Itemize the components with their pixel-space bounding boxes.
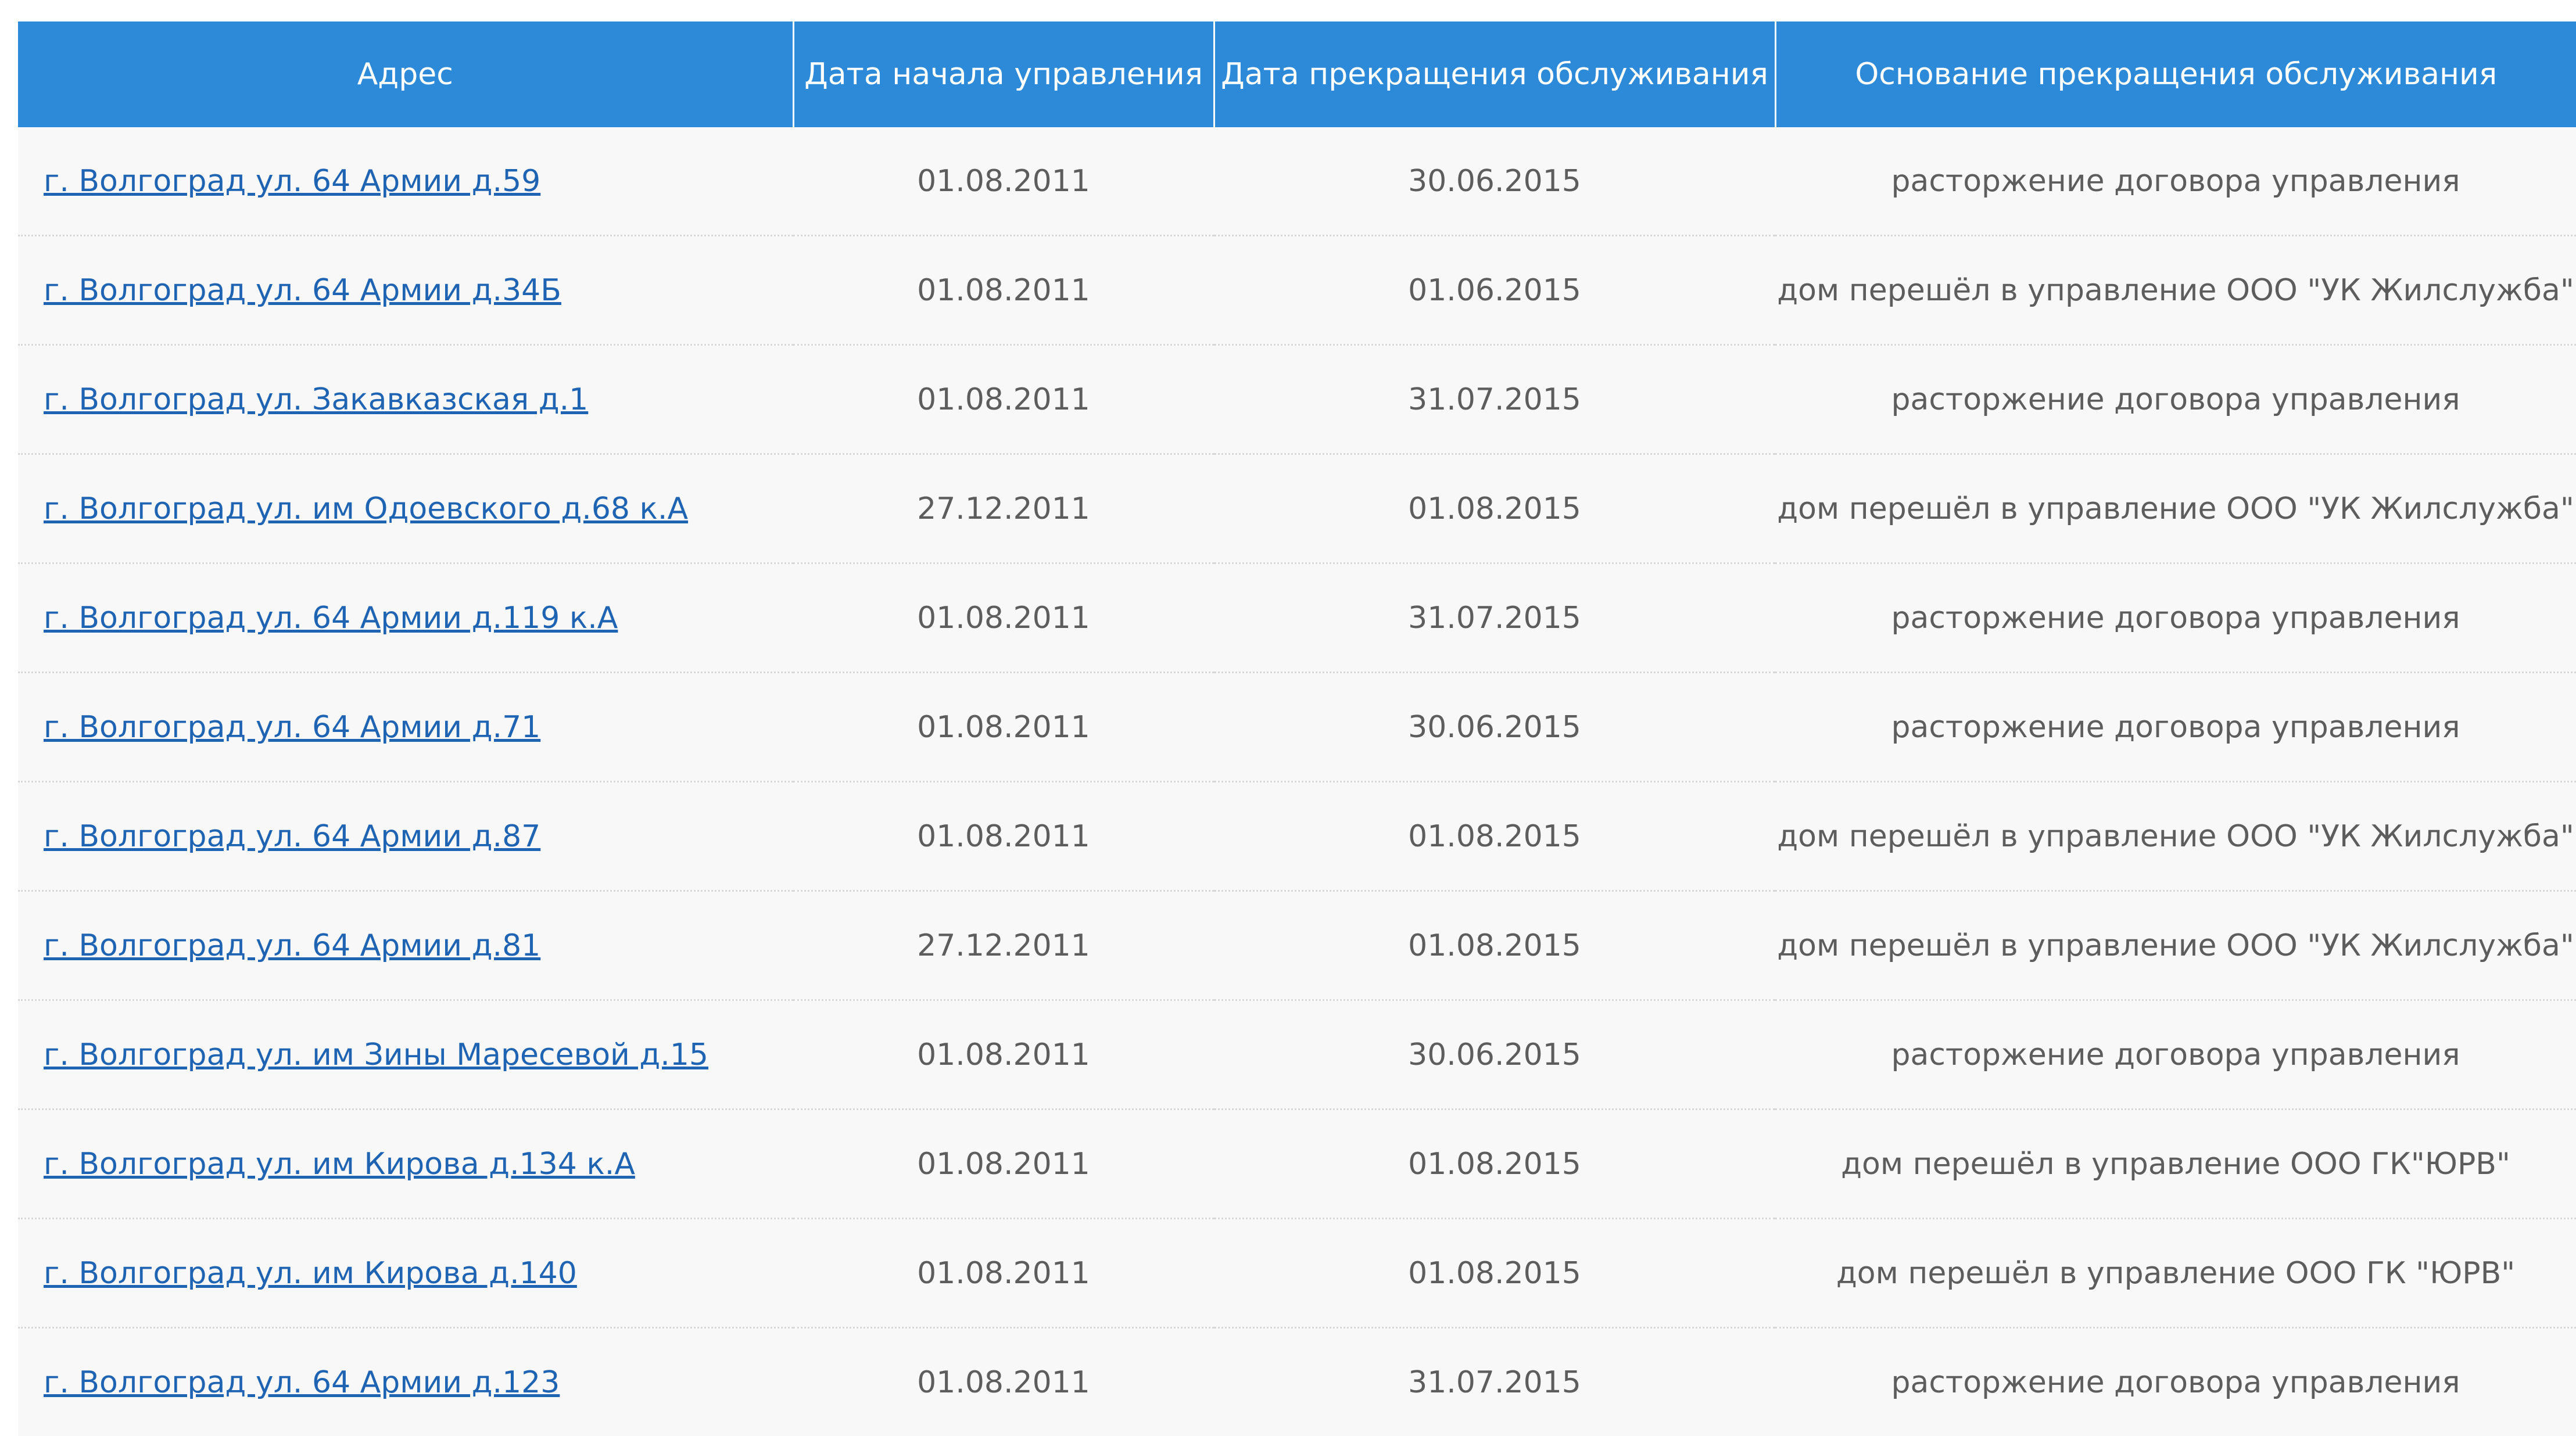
- table-row: г. Волгоград ул. 64 Армии д.123 01.08.201…: [18, 1328, 2576, 1436]
- cell-termination-reason: расторжение договора управления: [1775, 673, 2576, 782]
- address-link[interactable]: г. Волгоград ул. 64 Армии д.59: [44, 164, 540, 199]
- houses-table-container: Адрес Дата начала управления Дата прекра…: [18, 21, 2576, 1436]
- header-start-date: Дата начала управления: [793, 21, 1214, 127]
- cell-address: г. Волгоград ул. 64 Армии д.34Б: [18, 236, 793, 345]
- cell-end-date: 01.06.2015: [1214, 236, 1775, 345]
- cell-end-date: 01.08.2015: [1214, 1219, 1775, 1328]
- cell-termination-reason: расторжение договора управления: [1775, 1000, 2576, 1110]
- cell-end-date: 01.08.2015: [1214, 891, 1775, 1000]
- cell-start-date: 01.08.2011: [793, 673, 1214, 782]
- address-link[interactable]: г. Волгоград ул. им Зины Маресевой д.15: [44, 1037, 708, 1072]
- header-termination-reason: Основание прекращения обслуживания: [1775, 21, 2576, 127]
- table-row: г. Волгоград ул. им Зины Маресевой д.15 0…: [18, 1000, 2576, 1110]
- cell-start-date: 01.08.2011: [793, 1110, 1214, 1219]
- address-link[interactable]: г. Волгоград ул. им Кирова д.140: [44, 1256, 577, 1291]
- cell-end-date: 31.07.2015: [1214, 563, 1775, 673]
- cell-address: г. Волгоград ул. 64 Армии д.123: [18, 1328, 793, 1436]
- cell-address: г. Волгоград ул. им Зины Маресевой д.15: [18, 1000, 793, 1110]
- table-row: г. Волгоград ул. им Кирова д.140 01.08.20…: [18, 1219, 2576, 1328]
- cell-start-date: 01.08.2011: [793, 236, 1214, 345]
- cell-address: г. Волгоград ул. им Кирова д.134 к.А: [18, 1110, 793, 1219]
- address-link[interactable]: г. Волгоград ул. 64 Армии д.123: [44, 1365, 560, 1400]
- cell-start-date: 27.12.2011: [793, 454, 1214, 563]
- cell-termination-reason: расторжение договора управления: [1775, 127, 2576, 236]
- cell-termination-reason: дом перешёл в управление ООО ГК"ЮРВ": [1775, 1110, 2576, 1219]
- address-link[interactable]: г. Волгоград ул. Закавказская д.1: [44, 382, 588, 417]
- houses-table: Адрес Дата начала управления Дата прекра…: [18, 21, 2576, 1436]
- cell-termination-reason: дом перешёл в управление ООО "УК Жилслуж…: [1775, 782, 2576, 891]
- cell-start-date: 01.08.2011: [793, 1328, 1214, 1436]
- table-row: г. Волгоград ул. 64 Армии д.71 01.08.2011…: [18, 673, 2576, 782]
- cell-start-date: 01.08.2011: [793, 127, 1214, 236]
- cell-start-date: 01.08.2011: [793, 345, 1214, 454]
- cell-termination-reason: дом перешёл в управление ООО "УК Жилслуж…: [1775, 454, 2576, 563]
- cell-address: г. Волгоград ул. им Одоевского д.68 к.А: [18, 454, 793, 563]
- cell-end-date: 30.06.2015: [1214, 673, 1775, 782]
- cell-address: г. Волгоград ул. Закавказская д.1: [18, 345, 793, 454]
- table-row: г. Волгоград ул. 64 Армии д.34Б 01.08.201…: [18, 236, 2576, 345]
- table-header-row: Адрес Дата начала управления Дата прекра…: [18, 21, 2576, 127]
- table-row: г. Волгоград ул. Закавказская д.1 01.08.2…: [18, 345, 2576, 454]
- table-row: г. Волгоград ул. им Одоевского д.68 к.А 2…: [18, 454, 2576, 563]
- cell-termination-reason: дом перешёл в управление ООО "УК Жилслуж…: [1775, 236, 2576, 345]
- cell-termination-reason: дом перешёл в управление ООО "УК Жилслуж…: [1775, 891, 2576, 1000]
- cell-start-date: 01.08.2011: [793, 1219, 1214, 1328]
- cell-termination-reason: дом перешёл в управление ООО ГК "ЮРВ": [1775, 1219, 2576, 1328]
- table-body: г. Волгоград ул. 64 Армии д.59 01.08.2011…: [18, 127, 2576, 1436]
- header-end-date: Дата прекращения обслуживания: [1214, 21, 1775, 127]
- cell-address: г. Волгоград ул. 64 Армии д.59: [18, 127, 793, 236]
- address-link[interactable]: г. Волгоград ул. 64 Армии д.87: [44, 819, 540, 854]
- address-link[interactable]: г. Волгоград ул. 64 Армии д.119 к.А: [44, 601, 618, 636]
- cell-end-date: 01.08.2015: [1214, 782, 1775, 891]
- cell-start-date: 27.12.2011: [793, 891, 1214, 1000]
- cell-address: г. Волгоград ул. 64 Армии д.81: [18, 891, 793, 1000]
- cell-start-date: 01.08.2011: [793, 782, 1214, 891]
- cell-end-date: 30.06.2015: [1214, 1000, 1775, 1110]
- cell-address: г. Волгоград ул. 64 Армии д.71: [18, 673, 793, 782]
- cell-address: г. Волгоград ул. им Кирова д.140: [18, 1219, 793, 1328]
- cell-termination-reason: расторжение договора управления: [1775, 345, 2576, 454]
- table-row: г. Волгоград ул. им Кирова д.134 к.А 01.0…: [18, 1110, 2576, 1219]
- table-row: г. Волгоград ул. 64 Армии д.119 к.А 01.08…: [18, 563, 2576, 673]
- cell-address: г. Волгоград ул. 64 Армии д.119 к.А: [18, 563, 793, 673]
- cell-termination-reason: расторжение договора управления: [1775, 1328, 2576, 1436]
- cell-end-date: 31.07.2015: [1214, 345, 1775, 454]
- table-row: г. Волгоград ул. 64 Армии д.59 01.08.2011…: [18, 127, 2576, 236]
- cell-start-date: 01.08.2011: [793, 563, 1214, 673]
- cell-address: г. Волгоград ул. 64 Армии д.87: [18, 782, 793, 891]
- cell-start-date: 01.08.2011: [793, 1000, 1214, 1110]
- cell-end-date: 30.06.2015: [1214, 127, 1775, 236]
- cell-termination-reason: расторжение договора управления: [1775, 563, 2576, 673]
- cell-end-date: 01.08.2015: [1214, 454, 1775, 563]
- cell-end-date: 31.07.2015: [1214, 1328, 1775, 1436]
- address-link[interactable]: г. Волгоград ул. 64 Армии д.71: [44, 710, 540, 745]
- address-link[interactable]: г. Волгоград ул. им Одоевского д.68 к.А: [44, 491, 688, 526]
- address-link[interactable]: г. Волгоград ул. 64 Армии д.34Б: [44, 273, 561, 308]
- address-link[interactable]: г. Волгоград ул. им Кирова д.134 к.А: [44, 1147, 635, 1182]
- table-row: г. Волгоград ул. 64 Армии д.87 01.08.2011…: [18, 782, 2576, 891]
- table-header: Адрес Дата начала управления Дата прекра…: [18, 21, 2576, 127]
- address-link[interactable]: г. Волгоград ул. 64 Армии д.81: [44, 928, 540, 963]
- header-address: Адрес: [18, 21, 793, 127]
- table-row: г. Волгоград ул. 64 Армии д.81 27.12.2011…: [18, 891, 2576, 1000]
- cell-end-date: 01.08.2015: [1214, 1110, 1775, 1219]
